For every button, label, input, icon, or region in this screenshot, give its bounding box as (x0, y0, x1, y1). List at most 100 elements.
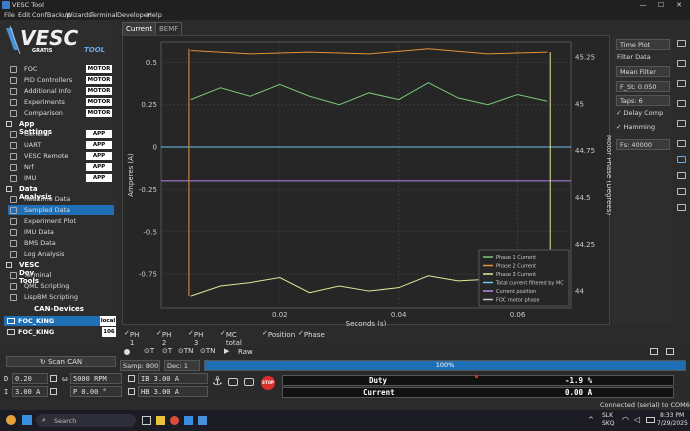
explorer-icon[interactable] (156, 416, 165, 425)
clock-date[interactable]: 7/29/2025 (657, 420, 688, 427)
ib-set-icon[interactable] (128, 375, 135, 382)
delay-comp-checkbox[interactable]: ✓ Delay Comp (616, 109, 663, 117)
tn-button[interactable]: ⊙TN (178, 347, 193, 355)
sidebar-item-pid-controllers[interactable]: PID Controllers MOTOR (8, 75, 114, 85)
tn-button-2[interactable]: ⊙TN (200, 347, 215, 355)
fs-spinbox[interactable]: Fs: 40000 (616, 139, 670, 150)
icon-5[interactable] (677, 120, 686, 127)
raw-toggle[interactable]: Raw (238, 348, 253, 356)
sidebar-item-foc[interactable]: FOC MOTOR (8, 64, 114, 74)
weather-icon[interactable] (6, 415, 16, 425)
menu-file[interactable]: File (4, 11, 15, 19)
icon-10[interactable] (677, 204, 686, 211)
filter-st-spinbox[interactable]: F_St: 0.050 (616, 81, 670, 92)
record-icon[interactable] (124, 349, 130, 355)
sidebar-item-imu-data[interactable]: IMU Data (8, 227, 114, 237)
tab-current[interactable]: Current (122, 22, 157, 35)
menu-developer[interactable]: Developer (117, 11, 150, 19)
ph2-checkbox[interactable]: ✓ PH 2 (156, 329, 171, 347)
can-device-106[interactable]: FOC_KING 106 (4, 327, 116, 337)
sidebar-item-imu[interactable]: IMU APP (8, 173, 114, 183)
close-button[interactable]: ✕ (670, 0, 688, 10)
can-device-local[interactable]: FOC_KING local (4, 316, 116, 326)
tray-chevron-icon[interactable]: ^ (588, 416, 594, 424)
folder-icon[interactable] (666, 348, 674, 355)
hb-set-icon[interactable] (128, 388, 135, 395)
task-view-icon[interactable] (142, 416, 151, 425)
icon-3[interactable] (677, 80, 686, 87)
sidebar-item-realtime-data[interactable]: Realtime Data (8, 194, 114, 204)
stop-button[interactable]: STOP (261, 376, 275, 390)
brake-icon[interactable] (228, 378, 238, 386)
start-button[interactable] (22, 415, 32, 425)
sidebar-item-general[interactable]: General APP (8, 129, 114, 139)
scan-can-button[interactable]: ↻ Scan CAN (6, 356, 116, 367)
menu-terminal[interactable]: Terminal (90, 11, 117, 19)
icon-4[interactable] (677, 100, 686, 107)
sidebar-item-nrf[interactable]: Nrf APP (8, 162, 114, 172)
ph3-checkbox[interactable]: ✓ PH 3 (188, 329, 203, 347)
vesc-taskbar-icon[interactable] (198, 416, 207, 425)
sidebar-item-bms-data[interactable]: BMS Data (8, 238, 114, 248)
sidebar-item-lispbm-scripting[interactable]: LispBM Scripting (8, 292, 114, 302)
taps-spinbox[interactable]: Taps: 6 (616, 95, 670, 106)
ib-input[interactable]: IB 3.00 A (138, 373, 208, 384)
tab-bemf[interactable]: BEMF (155, 22, 183, 35)
language-indicator[interactable]: SLK (602, 412, 613, 419)
key-icon[interactable] (244, 378, 254, 386)
rpm-icon[interactable]: ω (62, 375, 68, 383)
icon-7[interactable] (677, 156, 686, 163)
position-input[interactable]: P 0.00 ° (70, 386, 122, 397)
save-icon[interactable] (650, 348, 658, 355)
duty-set-icon[interactable] (50, 375, 57, 382)
icon-1[interactable] (677, 40, 686, 47)
menu-help[interactable]: Help (147, 11, 162, 19)
menu-confbackup[interactable]: ConfBackup (32, 11, 71, 19)
sidebar-item-vesc-remote[interactable]: VESC Remote APP (8, 151, 114, 161)
maximize-button[interactable]: ☐ (652, 0, 670, 10)
chrome-icon[interactable] (170, 416, 179, 425)
sidebar-item-log-analysis[interactable]: Log Analysis (8, 249, 114, 259)
sidebar-item-sampled-data[interactable]: Sampled Data (8, 205, 114, 215)
filter-type-select[interactable]: Mean Filter (616, 66, 670, 77)
icon-9[interactable] (677, 188, 686, 195)
sidebar-item-experiments[interactable]: Experiments MOTOR (8, 97, 114, 107)
minimize-button[interactable]: — (634, 0, 652, 10)
menu-edit[interactable]: Edit (18, 11, 31, 19)
menu-wizards[interactable]: Wizards (66, 11, 92, 19)
volume-icon[interactable]: ◁ (634, 415, 640, 424)
keyboard-indicator[interactable]: SKQ (602, 420, 614, 427)
plot-mode-select[interactable]: Time Plot (616, 39, 670, 50)
battery-icon[interactable] (646, 417, 655, 423)
current-set-icon[interactable] (50, 388, 57, 395)
icon-6[interactable] (677, 140, 686, 147)
clock-time[interactable]: 8:33 PM (660, 412, 684, 419)
sidebar-item-uart[interactable]: UART APP (8, 140, 114, 150)
hamming-checkbox[interactable]: ✓ Hamming (616, 123, 655, 131)
duty-input[interactable]: 0.20 (12, 373, 48, 384)
icon-8[interactable] (677, 172, 686, 179)
position-checkbox[interactable]: ✓ Position (262, 329, 295, 339)
taskbar-search[interactable]: ⌕ Search (36, 414, 136, 427)
hb-input[interactable]: HB 3.00 A (138, 386, 208, 397)
sidebar-item-additional-info[interactable]: Additional Info MOTOR (8, 86, 114, 96)
sidebar-item-qml-scripting[interactable]: QML Scripting (8, 281, 114, 291)
anchor-icon[interactable]: ⚓ (212, 374, 223, 388)
t-button-2[interactable]: ⊙T (162, 347, 172, 355)
sidebar-item-comparison[interactable]: Comparison MOTOR (8, 108, 114, 118)
icon-2[interactable] (677, 60, 686, 67)
sidebar-item-experiment-plot[interactable]: Experiment Plot (8, 216, 114, 226)
sidebar-item-terminal[interactable]: Terminal (8, 270, 114, 280)
phase-checkbox[interactable]: ✓ Phase (298, 329, 325, 339)
samp-spinbox[interactable]: Samp: 800 (120, 360, 160, 371)
dec-spinbox[interactable]: Dec: 1 (164, 360, 200, 371)
rpm-input[interactable]: 5000 RPM (70, 373, 122, 384)
t-button[interactable]: ⊙T (144, 347, 154, 355)
ph1-checkbox[interactable]: ✓ PH 1 (124, 329, 139, 347)
store-icon[interactable] (184, 416, 193, 425)
current-input[interactable]: 3.00 A (12, 386, 48, 397)
mc-total-checkbox[interactable]: ✓ MC total (220, 329, 242, 347)
sampled-data-plot[interactable]: 0.02 0.04 0.06 0.5 0.25 0 -0.25 -0.5 -0.75 45.25 4… (122, 35, 613, 328)
wifi-icon[interactable]: ◠ (622, 415, 629, 424)
play-icon[interactable]: ▶ (224, 347, 229, 355)
